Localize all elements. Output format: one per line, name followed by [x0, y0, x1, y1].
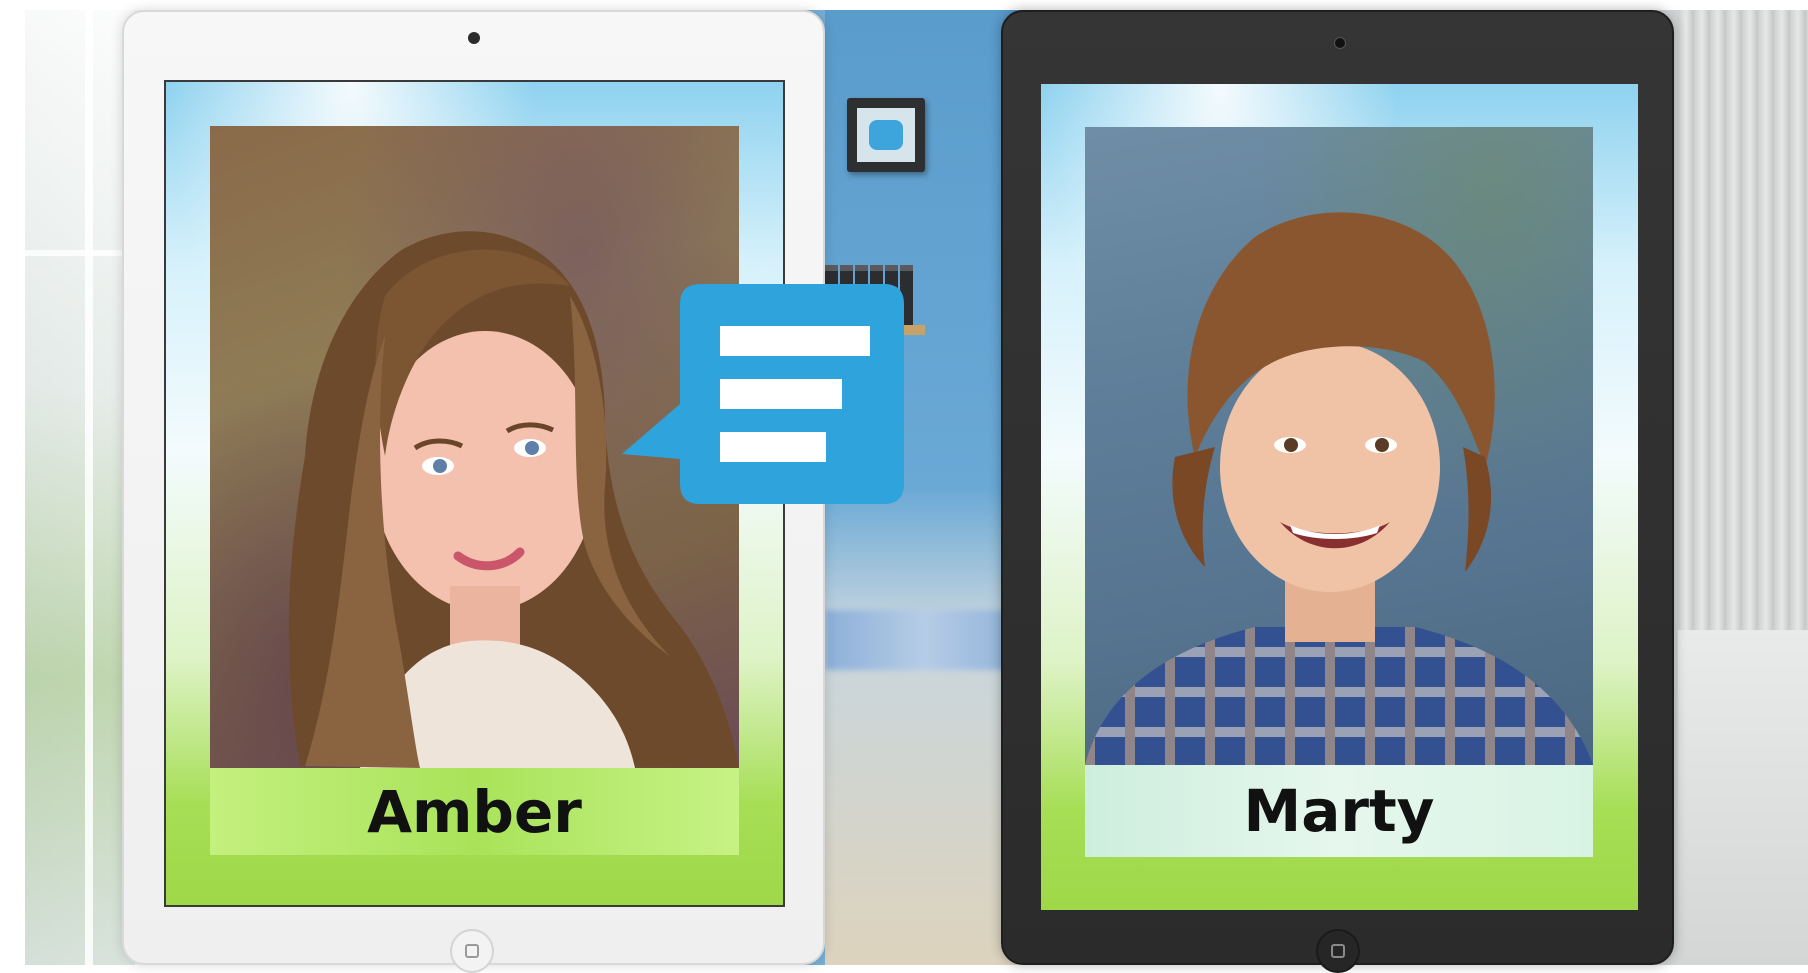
floor: [1678, 630, 1808, 965]
wall-frame: [847, 98, 925, 172]
home-button-icon[interactable]: [450, 929, 494, 973]
camera-icon: [468, 32, 480, 44]
home-button-icon[interactable]: [1316, 929, 1360, 973]
chat-bubble-icon[interactable]: [622, 284, 904, 516]
name-label-amber: Amber: [210, 768, 739, 855]
camera-icon: [1334, 37, 1346, 49]
tablet-dark: Marty: [1001, 10, 1674, 973]
name-label-marty: Marty: [1085, 765, 1593, 857]
boy-portrait: [1085, 212, 1593, 765]
profile-photo-marty[interactable]: [1085, 127, 1593, 765]
tablet-screen: Marty: [1041, 84, 1638, 910]
desk: [825, 610, 1025, 670]
window: [25, 10, 135, 965]
